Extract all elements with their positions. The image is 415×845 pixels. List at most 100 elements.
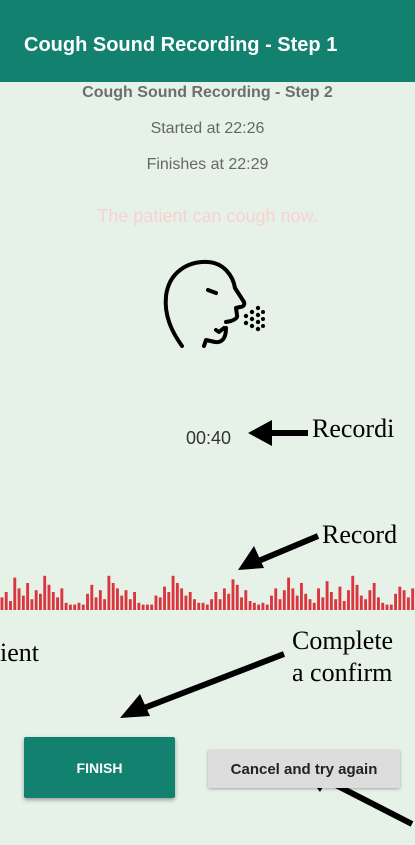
waveform-bar (299, 583, 303, 610)
left-annotation: ient (0, 638, 39, 667)
waveform-bar (86, 593, 89, 610)
waveform-bar (235, 584, 239, 610)
waveform-bar (17, 588, 21, 610)
waveform-bar (402, 590, 406, 610)
waveform-annotation: Record (322, 520, 398, 549)
waveform-bar (141, 604, 145, 610)
started-time: Started at 22:26 (150, 120, 265, 137)
step-title: Cough Sound Recording - Step 2 (82, 84, 333, 101)
waveform-bar (107, 575, 111, 610)
waveform-bar (81, 604, 85, 610)
waveform-bar (210, 599, 214, 610)
waveform-bar (347, 590, 350, 610)
waveform-bar (355, 584, 359, 610)
waveform-bar (94, 597, 98, 610)
waveform-bar (77, 602, 81, 610)
waveform-bar (265, 604, 269, 610)
waveform-bar (30, 599, 34, 610)
waveform-bar (47, 584, 51, 610)
waveform-bar (248, 601, 252, 610)
waveform-bar (385, 604, 389, 610)
waveform-bar (154, 595, 158, 610)
waveform-bar (261, 602, 265, 610)
recording-timer: 00:40 (186, 428, 232, 448)
waveform-bar (184, 595, 188, 610)
waveform-bar (278, 599, 282, 610)
waveform-bar (252, 602, 256, 610)
waveform-bar (282, 590, 286, 610)
arrow-to-timer-icon (248, 420, 308, 446)
waveform-bar (411, 588, 415, 610)
waveform-bar (244, 590, 248, 610)
waveform-bar (98, 590, 102, 610)
waveform-bar (90, 584, 94, 610)
waveform-bar (167, 592, 171, 610)
waveform-bar (0, 597, 4, 610)
waveform-bar (205, 604, 209, 610)
waveform-bar (188, 592, 192, 610)
waveform-bar (287, 577, 291, 610)
complete-annotation-line2: a confirm (292, 658, 393, 687)
waveform-bar (274, 588, 278, 610)
waveform-bar (13, 577, 17, 610)
waveform-bar (116, 588, 119, 610)
waveform-bar (171, 575, 175, 610)
waveform-bar (222, 588, 226, 610)
waveform-bar (26, 583, 30, 610)
finish-button[interactable]: FINISH (24, 737, 175, 798)
waveform-bar (64, 602, 68, 610)
waveform-bar (338, 586, 342, 610)
waveform-bar (321, 597, 325, 610)
waveform-bar (231, 579, 235, 610)
waveform-bar (137, 602, 141, 610)
waveform-bar (201, 602, 205, 610)
waveform-bar (4, 592, 8, 610)
waveform-bar (128, 599, 132, 610)
waveform-bar (240, 597, 243, 610)
waveform-bar (376, 597, 380, 610)
complete-annotation-line1: Complete (292, 626, 394, 655)
waveform-bar (124, 590, 128, 610)
waveform-bar (317, 588, 320, 610)
app-bar: Cough Sound Recording - Step 1 (0, 0, 415, 82)
person-coughing-icon (163, 259, 265, 348)
arrow-to-waveform-icon (238, 533, 320, 570)
waveform-bar (133, 592, 137, 610)
waveform-bar (257, 604, 261, 610)
waveform-bar (406, 597, 410, 610)
waveform-bar (39, 593, 42, 610)
waveform-bar (329, 592, 333, 610)
waveform-bar (368, 590, 372, 610)
finish-time: Finishes at 22:29 (146, 156, 269, 173)
waveform-bar (163, 586, 166, 610)
waveform-bar (150, 604, 154, 610)
waveform-bar (73, 604, 77, 610)
waveform-bar (34, 590, 38, 610)
waveform-bar (227, 593, 231, 610)
waveform-bar (56, 597, 59, 610)
waveform-bar (145, 604, 149, 610)
waveform-bar (21, 595, 25, 610)
waveform-bar (372, 583, 376, 610)
arrow-to-finish-icon (120, 651, 286, 718)
waveform-bar (389, 604, 393, 610)
cancel-try-again-button[interactable]: Cancel and try again (208, 750, 400, 788)
waveform-bar (120, 595, 124, 610)
waveform-bar (193, 599, 196, 610)
waveform-bar (308, 599, 312, 610)
waveform-bar (214, 592, 218, 610)
waveform-bar (197, 602, 201, 610)
waveform-bar (180, 588, 184, 610)
waveform-bar (394, 593, 397, 610)
waveform-bar (304, 593, 308, 610)
waveform-bar (175, 583, 179, 610)
waveform-bar (9, 601, 12, 610)
waveform-bar (312, 602, 316, 610)
waveform-bar (270, 595, 273, 610)
waveform-bar (325, 581, 329, 610)
waveform-bar (359, 595, 363, 610)
waveform-bar (381, 602, 385, 610)
waveform-bar (60, 588, 64, 610)
waveform-bar (351, 575, 355, 610)
timer-annotation: Recordi (312, 414, 395, 443)
